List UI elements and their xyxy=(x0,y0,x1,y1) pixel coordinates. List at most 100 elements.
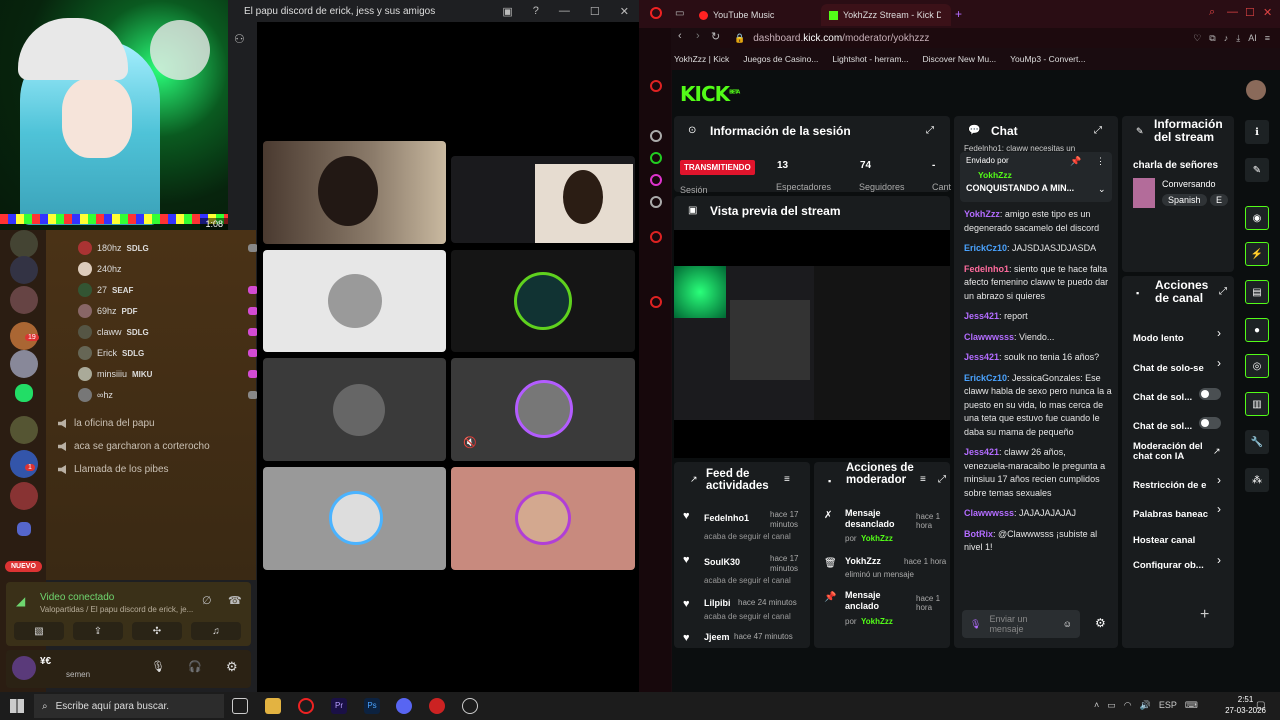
chat-message[interactable]: Jess421: report xyxy=(964,310,1112,324)
voice-user[interactable]: Erick SDLG xyxy=(78,345,258,361)
address-bar[interactable]: 🔒 dashboard. kick.com/moderator/yokhzzz ♡… xyxy=(720,28,1280,48)
windows-start-icon[interactable] xyxy=(10,699,24,713)
video-tile[interactable] xyxy=(451,250,635,352)
pin-icon[interactable]: 📌 xyxy=(1070,156,1081,167)
chat-username[interactable]: Fedelnho1 xyxy=(964,264,1009,274)
noise-suppression-icon[interactable]: ∅ xyxy=(202,594,212,607)
opera-icon[interactable] xyxy=(298,698,314,714)
battery-icon[interactable]: ▭ xyxy=(1107,700,1116,711)
sidebar-app-icon[interactable] xyxy=(650,80,662,92)
bookmark-icon[interactable]: ♡ xyxy=(1193,33,1201,44)
chat-message[interactable]: Fedelnho1: siento que te hace falta afec… xyxy=(964,263,1112,304)
network-icon[interactable]: ◠ xyxy=(1124,700,1132,711)
chat-input[interactable]: 🎙 Enviar un mensaje ☺ xyxy=(962,610,1080,638)
chat-message[interactable]: BotRix: @Clawwwsss ¡subiste al nivel 1! xyxy=(964,528,1112,555)
add-action-icon[interactable]: + xyxy=(1200,606,1209,624)
voice-channel[interactable]: la oficina del papu xyxy=(58,418,155,429)
popout-icon[interactable]: ⤢ xyxy=(1219,286,1227,297)
discord-icon[interactable] xyxy=(396,698,412,714)
server-icon[interactable] xyxy=(10,286,38,314)
kick-logo[interactable]: KICKBETA xyxy=(680,82,740,106)
action-row[interactable]: Moderación del chat con IA ↗ xyxy=(1133,442,1231,466)
action-row[interactable]: Hostear canal xyxy=(1133,530,1231,546)
voice-user[interactable]: ∞hz xyxy=(78,387,258,403)
folder-icon[interactable] xyxy=(17,522,31,536)
chat-username[interactable]: Jess421 xyxy=(964,352,999,362)
camera-off-button[interactable]: ▧ xyxy=(14,622,64,640)
app-icon[interactable] xyxy=(462,698,478,714)
popout-icon[interactable]: ⤢ xyxy=(938,474,946,485)
pinned-message[interactable]: Enviado por 📌 ⋮ YokhZzz CONQUISTANDO A M… xyxy=(960,152,1112,202)
chat-message[interactable]: ErickCz10: JAJSDJASJDJASDA xyxy=(964,242,1112,256)
broadcast-icon[interactable]: ◎ xyxy=(1245,354,1269,378)
video-tile[interactable]: 🔇 xyxy=(451,358,635,461)
bookmark-item[interactable]: YouMp3 - Convert... xyxy=(1010,54,1085,64)
ai-label[interactable]: AI xyxy=(1248,33,1257,44)
add-member-icon[interactable]: ⚇ xyxy=(234,32,245,46)
maximize-icon[interactable]: ☐ xyxy=(590,5,600,18)
mic-icon[interactable]: 🎙 xyxy=(970,619,981,630)
tag-pill[interactable]: Spanish xyxy=(1162,194,1207,206)
video-tile[interactable] xyxy=(451,156,635,243)
tab-kick-stream[interactable]: YokhZzz Stream - Kick Da xyxy=(821,4,951,26)
menu-icon[interactable]: ≡ xyxy=(1265,33,1270,44)
server-icon[interactable] xyxy=(10,416,38,444)
voice-user[interactable]: minsiiiu MIKU xyxy=(78,366,258,382)
tab-youtube-music[interactable]: YouTube Music xyxy=(691,4,821,26)
file-explorer-icon[interactable] xyxy=(265,698,281,714)
action-row[interactable]: Chat de solo-se › xyxy=(1133,358,1231,372)
profile-avatar[interactable] xyxy=(1246,80,1266,100)
wrench-icon[interactable]: 🔧 xyxy=(1245,430,1269,454)
mod-tools-icon[interactable]: ▥ xyxy=(1245,392,1269,416)
filter-icon[interactable]: ≡ xyxy=(784,474,790,485)
sidebar-app-icon[interactable] xyxy=(650,231,662,243)
server-icon[interactable] xyxy=(10,230,38,258)
app-icon[interactable] xyxy=(429,698,445,714)
chat-username[interactable]: Clawwwsss xyxy=(964,332,1014,342)
opera-logo-icon[interactable] xyxy=(650,7,662,19)
voice-channel[interactable]: aca se garcharon a corterocho xyxy=(58,441,210,452)
bookmark-item[interactable]: Juegos de Casino... xyxy=(743,54,818,64)
forward-icon[interactable]: › xyxy=(696,30,700,42)
popout-icon[interactable]: ⤢ xyxy=(1094,125,1102,136)
chat-settings-icon[interactable]: ⚙ xyxy=(1095,616,1106,630)
help-icon[interactable]: ? xyxy=(533,5,539,18)
bookmark-item[interactable]: Discover New Mu... xyxy=(922,54,996,64)
voice-user[interactable]: claww SDLG xyxy=(78,324,258,340)
voice-user[interactable]: 27 SEAF xyxy=(78,282,258,298)
pip-icon[interactable]: ▣ xyxy=(502,5,512,18)
music-icon[interactable]: ♪ xyxy=(1224,33,1229,44)
server-icon[interactable] xyxy=(10,350,38,378)
bookmark-item[interactable]: YokhZzz | Kick xyxy=(674,54,729,64)
lightning-icon[interactable]: ⚡ xyxy=(1245,242,1269,266)
chat-message[interactable]: Clawwwsss: JAJAJAJAJAJ xyxy=(964,507,1112,521)
chat-username[interactable]: ErickCz10 xyxy=(964,243,1007,253)
chat-username[interactable]: Jess421 xyxy=(964,311,999,321)
premiere-icon[interactable]: Pr xyxy=(331,698,347,714)
tab-menu-icon[interactable]: ▭ xyxy=(675,8,684,19)
chat-bubble-icon[interactable]: ● xyxy=(1245,318,1269,342)
new-tab-icon[interactable]: + xyxy=(955,7,962,21)
chat-username[interactable]: Jess421 xyxy=(964,447,999,457)
video-tile[interactable] xyxy=(263,358,446,461)
stream-preview-video[interactable] xyxy=(674,230,950,458)
popout-icon[interactable]: ⤢ xyxy=(926,125,934,136)
chat-username[interactable]: Clawwwsss xyxy=(964,508,1014,518)
video-tile[interactable] xyxy=(263,467,446,570)
settings-icon[interactable] xyxy=(650,296,662,308)
chat-message[interactable]: Jess421: soulk no tenia 16 años? xyxy=(964,351,1112,365)
input-language[interactable]: ESP xyxy=(1159,700,1177,711)
maximize-icon[interactable]: ☐ xyxy=(1245,6,1255,19)
taskbar-search[interactable]: ⌕ Escribe aquí para buscar. xyxy=(34,694,224,718)
download-icon[interactable]: ⤓ xyxy=(1236,33,1240,44)
mic-icon[interactable]: 🎙 xyxy=(151,660,165,673)
whatsapp-icon[interactable] xyxy=(650,152,662,164)
notification-icon[interactable]: ▢ xyxy=(1256,700,1265,711)
edit-icon[interactable]: ✎ xyxy=(1245,158,1269,182)
toggle-switch[interactable] xyxy=(1199,417,1221,429)
reload-icon[interactable]: ↻ xyxy=(711,30,720,43)
sidebar-app-icon[interactable] xyxy=(650,130,662,142)
close-icon[interactable]: ✕ xyxy=(620,5,629,18)
info-icon[interactable]: ℹ xyxy=(1245,120,1269,144)
voice-user[interactable]: 69hz PDF xyxy=(78,303,258,319)
